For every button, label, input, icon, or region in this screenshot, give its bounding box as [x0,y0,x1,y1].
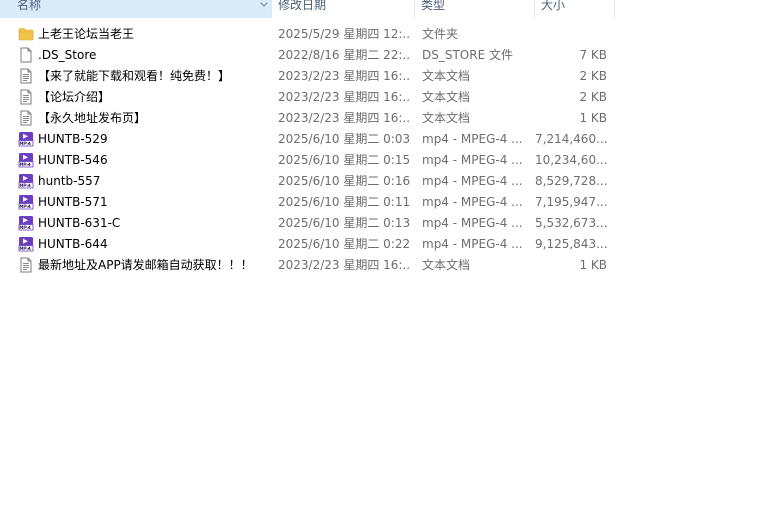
file-type: mp4 - MPEG-4 ... [422,195,523,209]
file-row[interactable]: 最新地址及APP请发邮箱自动获取！！！ 2023/2/23 星期四 16:...… [0,255,774,276]
file-row[interactable]: HUNTB-546 2025/6/10 星期二 0:15 mp4 - MPEG-… [0,150,774,171]
file-type: 文本文档 [422,69,471,83]
text-file-icon [18,110,34,126]
blank-file-icon [18,47,34,63]
file-row[interactable]: HUNTB-529 2025/6/10 星期二 0:03 mp4 - MPEG-… [0,129,774,150]
mp4-video-icon [18,236,34,252]
file-type: mp4 - MPEG-4 ... [422,216,523,230]
file-size: 10,234,60... [535,153,607,167]
folder-icon [18,26,34,42]
file-size: 9,125,843... [535,237,607,251]
file-name: HUNTB-631-C [38,216,121,230]
file-type: mp4 - MPEG-4 ... [422,174,523,188]
file-type: mp4 - MPEG-4 ... [422,237,523,251]
file-date: 2025/6/10 星期二 0:16 [278,174,410,188]
file-date: 2025/6/10 星期二 0:11 [278,195,410,209]
mp4-video-icon [18,173,34,189]
file-date: 2022/8/16 星期二 22:... [278,48,410,62]
file-size: 2 KB [579,90,607,104]
mp4-video-icon [18,152,34,168]
file-date: 2025/6/10 星期二 0:15 [278,153,410,167]
file-row[interactable]: HUNTB-631-C 2025/6/10 星期二 0:13 mp4 - MPE… [0,213,774,234]
file-size [535,24,607,45]
column-header-type[interactable]: 类型 [415,0,535,18]
column-header-size[interactable]: 大小 [535,0,615,18]
file-row[interactable]: 【来了就能下载和观看！纯免费！】 2023/2/23 星期四 16:... 文本… [0,66,774,87]
file-date: 2025/6/10 星期二 0:22 [278,237,410,251]
column-header-date-label: 修改日期 [278,0,327,12]
file-type: mp4 - MPEG-4 ... [422,153,523,167]
file-name: 【永久地址发布页】 [38,111,147,125]
file-size: 7 KB [579,48,607,62]
file-name: HUNTB-529 [38,132,108,146]
column-header-name-label: 名称 [17,0,42,12]
text-file-icon [18,68,34,84]
file-date: 2023/2/23 星期四 16:... [278,69,410,83]
file-row[interactable]: .DS_Store 2022/8/16 星期二 22:... DS_STORE … [0,45,774,66]
file-name: .DS_Store [38,48,97,62]
file-size: 2 KB [579,69,607,83]
file-row[interactable]: HUNTB-644 2025/6/10 星期二 0:22 mp4 - MPEG-… [0,234,774,255]
mp4-video-icon [18,194,34,210]
file-name: 上老王论坛当老王 [38,27,135,41]
file-date: 2025/6/10 星期二 0:03 [278,132,410,146]
text-file-icon [18,89,34,105]
file-name: huntb-557 [38,174,101,188]
file-size: 8,529,728... [535,174,607,188]
file-name: HUNTB-546 [38,153,108,167]
file-date: 2025/6/10 星期二 0:13 [278,216,410,230]
file-name: HUNTB-644 [38,237,108,251]
chevron-down-icon[interactable] [259,0,269,10]
file-name: 【来了就能下载和观看！纯免费！】 [38,69,231,83]
file-size: 1 KB [579,258,607,272]
column-header-date[interactable]: 修改日期 [272,0,415,18]
column-header-row: 名称 修改日期 类型 大小 [0,0,774,18]
file-name: 【论坛介绍】 [38,90,111,104]
file-size: 1 KB [579,111,607,125]
file-row[interactable]: 【论坛介绍】 2023/2/23 星期四 16:... 文本文档 2 KB [0,87,774,108]
file-row[interactable]: HUNTB-571 2025/6/10 星期二 0:11 mp4 - MPEG-… [0,192,774,213]
file-type: mp4 - MPEG-4 ... [422,132,523,146]
file-row[interactable]: huntb-557 2025/6/10 星期二 0:16 mp4 - MPEG-… [0,171,774,192]
file-date: 2023/2/23 星期四 16:... [278,258,410,272]
file-name: 最新地址及APP请发邮箱自动获取！！！ [38,258,253,272]
file-type: 文本文档 [422,111,471,125]
file-name: HUNTB-571 [38,195,108,209]
file-row[interactable]: 上老王论坛当老王 2025/5/29 星期四 12:... 文件夹 [0,24,774,45]
file-row[interactable]: 【永久地址发布页】 2023/2/23 星期四 16:... 文本文档 1 KB [0,108,774,129]
column-header-name[interactable]: 名称 [0,0,272,18]
file-date: 2025/5/29 星期四 12:... [278,27,410,41]
file-list: 上老王论坛当老王 2025/5/29 星期四 12:... 文件夹 .DS_St… [0,24,774,276]
file-explorer-list: 名称 修改日期 类型 大小 上老王论坛当老王 2025/5/29 星期四 12:… [0,0,774,509]
file-type: 文本文档 [422,90,471,104]
file-size: 5,532,673... [535,216,607,230]
file-size: 7,195,947... [535,195,607,209]
text-file-icon [18,257,34,273]
file-type: DS_STORE 文件 [422,48,513,62]
file-date: 2023/2/23 星期四 16:... [278,90,410,104]
column-header-size-label: 大小 [541,0,566,12]
file-date: 2023/2/23 星期四 16:... [278,111,410,125]
column-header-type-label: 类型 [421,0,446,12]
file-size: 7,214,460... [535,132,607,146]
mp4-video-icon [18,131,34,147]
file-type: 文本文档 [422,258,471,272]
mp4-video-icon [18,215,34,231]
file-type: 文件夹 [422,27,459,41]
